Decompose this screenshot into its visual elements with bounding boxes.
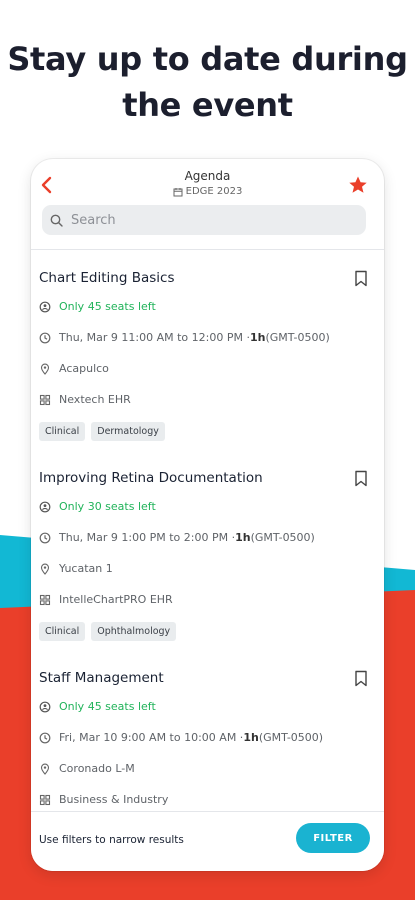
grid-icon	[39, 594, 51, 605]
calendar-icon	[173, 187, 183, 196]
session-time: Thu, Mar 9 11:00 AM to 12:00 PM · 1h (GM…	[39, 331, 330, 344]
session-sponsor: Nextech EHR	[39, 393, 131, 406]
session-title[interactable]: Improving Retina Documentation	[39, 470, 263, 486]
bookmark-icon[interactable]	[354, 470, 368, 487]
session-sponsor: Business & Industry	[39, 793, 168, 806]
location-pin-icon	[40, 363, 50, 375]
duration-text: 1h	[235, 531, 251, 544]
timezone-text: (GMT-0500)	[250, 531, 315, 544]
sponsor-text: Nextech EHR	[59, 393, 131, 406]
sponsor-text: Business & Industry	[59, 793, 169, 806]
sponsor-text: IntelleChartPRO EHR	[59, 593, 173, 606]
time-text: Thu, Mar 9 11:00 AM to 12:00 PM ·	[59, 331, 250, 344]
bookmark-icon[interactable]	[354, 670, 368, 687]
location-text: Yucatan 1	[59, 562, 113, 575]
timezone-text: (GMT-0500)	[258, 731, 324, 744]
duration-text: 1h	[249, 331, 266, 344]
seat-icon	[39, 501, 51, 512]
session-location: Yucatan 1	[39, 562, 113, 575]
filter-footer: Use filters to narrow results FILTER	[31, 811, 384, 871]
seats-text: Only 45 seats left	[59, 300, 156, 313]
clock-icon	[39, 332, 51, 343]
tag-chip[interactable]: Clinical	[39, 622, 86, 641]
session-time: Fri, Mar 10 9:00 AM to 10:00 AM · 1h (GM…	[39, 731, 323, 744]
session-sponsor: IntelleChartPRO EHR	[39, 593, 173, 606]
session-time: Thu, Mar 9 1:00 PM to 2:00 PM · 1h (GMT-…	[39, 531, 315, 544]
search-bar[interactable]	[42, 205, 366, 235]
tag-list: Clinical Dermatology	[39, 422, 165, 441]
session-list[interactable]: Chart Editing Basics Only 45 seats left …	[31, 250, 384, 811]
tag-chip[interactable]: Clinical	[39, 422, 86, 441]
app-header: Agenda EDGE 2023	[31, 159, 384, 250]
seats-left: Only 45 seats left	[39, 300, 156, 313]
page-title: Agenda	[184, 169, 231, 183]
seat-icon	[39, 701, 51, 712]
event-name: EDGE 2023	[185, 186, 243, 197]
headline: Stay up to date during the event	[0, 36, 415, 128]
seat-icon	[39, 301, 51, 312]
time-text: Thu, Mar 9 1:00 PM to 2:00 PM ·	[59, 531, 236, 544]
location-text: Acapulco	[59, 362, 109, 375]
session-location: Coronado L-M	[39, 762, 135, 775]
event-subtitle: EDGE 2023	[31, 186, 384, 197]
session-title[interactable]: Staff Management	[39, 670, 164, 686]
session-location: Acapulco	[39, 362, 109, 375]
location-pin-icon	[40, 763, 50, 775]
duration-text: 1h	[243, 731, 259, 744]
headline-line-1: Stay up to date during	[7, 40, 408, 78]
grid-icon	[39, 394, 51, 405]
location-text: Coronado L-M	[59, 762, 135, 775]
filter-hint: Use filters to narrow results	[39, 834, 184, 846]
star-icon[interactable]	[348, 175, 368, 195]
seats-text: Only 45 seats left	[59, 700, 156, 713]
location-pin-icon	[40, 563, 50, 575]
session-title[interactable]: Chart Editing Basics	[39, 270, 174, 286]
search-icon	[50, 214, 63, 227]
filter-button[interactable]: FILTER	[296, 823, 370, 853]
seats-left: Only 30 seats left	[39, 500, 156, 513]
clock-icon	[39, 732, 51, 743]
bookmark-icon[interactable]	[354, 270, 368, 287]
tag-chip[interactable]: Ophthalmology	[91, 622, 177, 641]
tag-chip[interactable]: Dermatology	[91, 422, 165, 441]
grid-icon	[39, 794, 51, 805]
seats-text: Only 30 seats left	[59, 500, 156, 513]
tag-list: Clinical Ophthalmology	[39, 622, 177, 641]
clock-icon	[39, 532, 51, 543]
timezone-text: (GMT-0500)	[265, 331, 330, 344]
phone-screen: Agenda EDGE 2023 Chart Editing Basics	[31, 159, 384, 871]
headline-line-2: the event	[122, 86, 293, 124]
time-text: Fri, Mar 10 9:00 AM to 10:00 AM ·	[59, 731, 244, 744]
search-input[interactable]	[69, 211, 333, 229]
seats-left: Only 45 seats left	[39, 700, 156, 713]
